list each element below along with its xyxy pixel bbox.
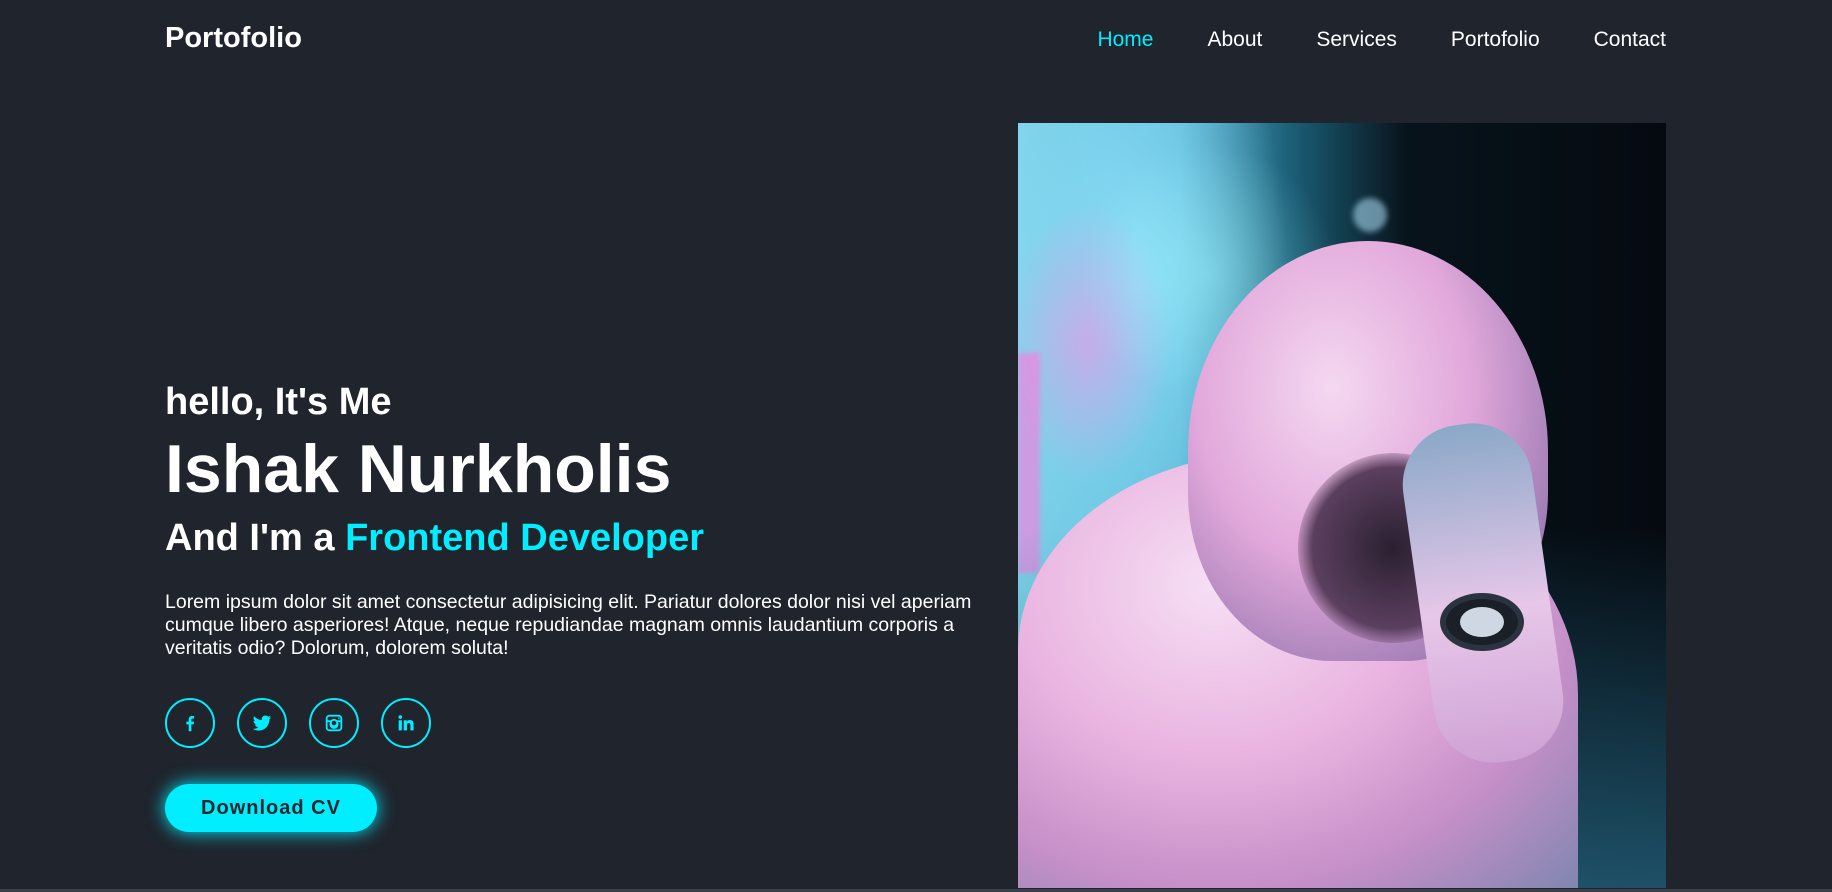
site-header: Portofolio Home About Services Portofoli…: [0, 0, 1832, 82]
nav-contact[interactable]: Contact: [1594, 28, 1666, 52]
nav-home[interactable]: Home: [1097, 28, 1153, 52]
hero-image: [1018, 123, 1666, 888]
instagram-icon: [325, 715, 343, 732]
image-light-dot: [1353, 198, 1387, 232]
instagram-link[interactable]: [309, 698, 359, 749]
hero-content: hello, It's Me Ishak Nurkholis And I'm a…: [165, 380, 1005, 833]
facebook-icon: [186, 716, 195, 732]
hero-description: Lorem ipsum dolor sit amet consectetur a…: [165, 591, 972, 660]
page: Portofolio Home About Services Portofoli…: [0, 0, 1832, 892]
watch-icon: [1440, 593, 1524, 651]
nav-services[interactable]: Services: [1316, 28, 1397, 52]
hero-greeting: hello, It's Me: [165, 381, 392, 423]
twitter-icon: [252, 715, 272, 731]
main-nav: Home About Services Portofolio Contact: [1097, 28, 1666, 52]
hero-name: Ishak Nurkholis: [165, 430, 672, 507]
twitter-link[interactable]: [237, 698, 287, 749]
social-links: [165, 698, 1005, 749]
hero-role: And I'm a Frontend Developer: [165, 516, 1005, 562]
nav-about[interactable]: About: [1207, 28, 1262, 52]
hero-role-prefix: And I'm a: [165, 516, 346, 559]
nav-portofolio[interactable]: Portofolio: [1451, 28, 1540, 52]
linkedin-link[interactable]: [381, 698, 431, 749]
hero-role-accent: Frontend Developer: [345, 516, 705, 559]
download-cv-button[interactable]: Download CV: [165, 784, 377, 833]
facebook-link[interactable]: [165, 698, 215, 749]
linkedin-icon: [398, 715, 414, 731]
site-logo[interactable]: Portofolio: [165, 22, 302, 55]
